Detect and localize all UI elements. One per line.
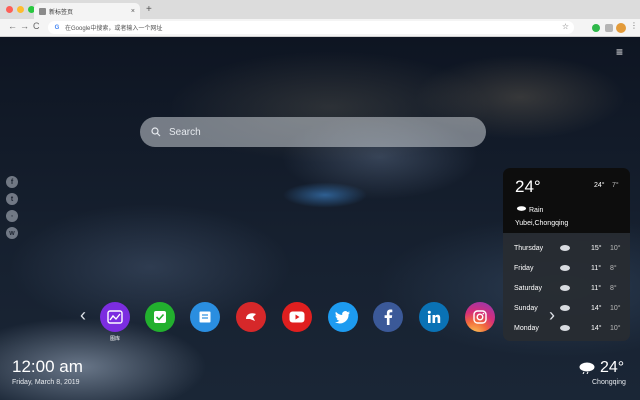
forecast-day: Monday [514,324,539,332]
wechat-icon[interactable]: w [6,227,18,239]
gallery-icon [107,310,123,324]
address-bar[interactable]: G 在Google中搜索，或者输入一个网址 ☆ [48,21,574,34]
forecast-low: 8° [610,264,617,272]
forecast-day: Sunday [514,304,538,312]
bottom-weather-temp[interactable]: 24° [600,359,624,377]
youtube-app-button[interactable] [282,302,312,332]
weather-panel[interactable]: 24° 24° 7° Rain Yubei,Chongqing Thursday… [503,168,630,341]
weather-condition: Rain [529,207,544,214]
bottom-weather-city: Chongqing [592,379,626,386]
forecast-high: 11° [591,264,602,272]
google-icon: G [54,24,60,31]
forecast-high: 15° [591,244,602,252]
cloud-icon [560,305,570,311]
forward-button[interactable]: → [20,21,29,31]
forecast-day: Thursday [514,244,544,252]
close-window-button[interactable] [6,6,13,13]
reload-button[interactable]: C [33,21,40,31]
new-tab-page: ≡ f t ◦ w 24° 24° 7° Rain Yubei,Chongqin… [0,37,640,400]
clock-time: 12:00 am [12,357,83,376]
clock-date: Friday, March 8, 2019 [12,379,80,386]
weather-low: 7° [612,182,619,189]
twitter-icon[interactable]: t [6,193,18,205]
forecast-high: 14° [591,324,602,332]
title-bar: 新标签页 × + [0,0,640,19]
forecast-low: 10° [610,244,621,252]
checkbox-icon [154,311,166,323]
forecast-list: Thursday 15° 10° Friday 11° 8° Saturday … [503,233,630,341]
forecast-high: 11° [591,284,602,292]
qq-icon[interactable]: ◦ [6,210,18,222]
instagram-icon [473,310,487,324]
cloud-icon [560,325,570,331]
cloud-rain-icon [579,362,595,374]
weather-current: 24° 24° 7° Rain Yubei,Chongqing [503,168,630,233]
page-menu-icon[interactable]: ≡ [616,45,623,59]
linkedin-app-button[interactable] [419,302,449,332]
gallery-app-button[interactable] [100,302,130,332]
tasks-app-button[interactable] [145,302,175,332]
forecast-row: Monday 14° 10° [503,318,630,338]
forecast-row: Friday 11° 8° [503,258,630,278]
new-tab-button[interactable]: + [146,4,152,15]
dock-next-button[interactable]: › [549,305,555,326]
search-bar[interactable] [140,117,486,147]
cloud-icon [560,285,570,291]
back-button[interactable]: ← [8,21,17,31]
linkedin-icon [427,310,441,323]
forecast-high: 14° [591,304,602,312]
youtube-icon [289,311,305,323]
game-app-button[interactable] [236,302,266,332]
dock-prev-button[interactable]: ‹ [80,305,86,326]
notes-app-button[interactable] [190,302,220,332]
facebook-f-icon [384,309,393,325]
forecast-day: Friday [514,264,534,272]
forecast-row: Thursday 15° 10° [503,238,630,258]
search-input[interactable] [167,125,471,139]
facebook-icon[interactable]: f [6,176,18,188]
facebook-app-button[interactable] [373,302,403,332]
extension-icon[interactable] [592,24,600,32]
game-icon [246,313,256,321]
profile-avatar[interactable] [616,23,626,33]
forecast-low: 10° [610,324,621,332]
extension-2-icon[interactable] [605,24,613,32]
tab-favicon-icon [39,7,46,15]
forecast-row: Saturday 11° 8° [503,278,630,298]
tab-close-icon[interactable]: × [131,8,135,15]
bookmark-star-icon[interactable]: ☆ [562,22,569,31]
cloud-icon [560,245,570,251]
forecast-day: Saturday [514,284,543,292]
instagram-app-button[interactable] [465,302,495,332]
minimize-window-button[interactable] [17,6,24,13]
weather-location: Yubei,Chongqing [515,220,569,227]
forecast-low: 8° [610,284,617,292]
tab-title: 新标签页 [49,9,74,16]
navigation-bar: ← → C G 在Google中搜索，或者输入一个网址 ☆ ⋮ [0,19,640,37]
weather-high: 24° [594,182,605,189]
twitter-app-button[interactable] [328,302,358,332]
address-bar-text: 在Google中搜索，或者输入一个网址 [65,26,163,32]
browser-menu-icon[interactable]: ⋮ [630,21,638,30]
cloud-icon [560,265,570,271]
gallery-app-label: 图库 [109,336,120,342]
search-icon [151,127,161,137]
browser-tab[interactable]: 新标签页 × [34,3,140,19]
social-sidebar: f t ◦ w [6,176,18,239]
forecast-row: Sunday 14° 10° [503,298,630,318]
notes-icon [199,311,211,323]
forecast-low: 10° [610,304,621,312]
weather-temp: 24° [515,177,541,196]
twitter-bird-icon [335,311,350,324]
window-controls [6,6,35,13]
rain-icon [516,206,527,211]
